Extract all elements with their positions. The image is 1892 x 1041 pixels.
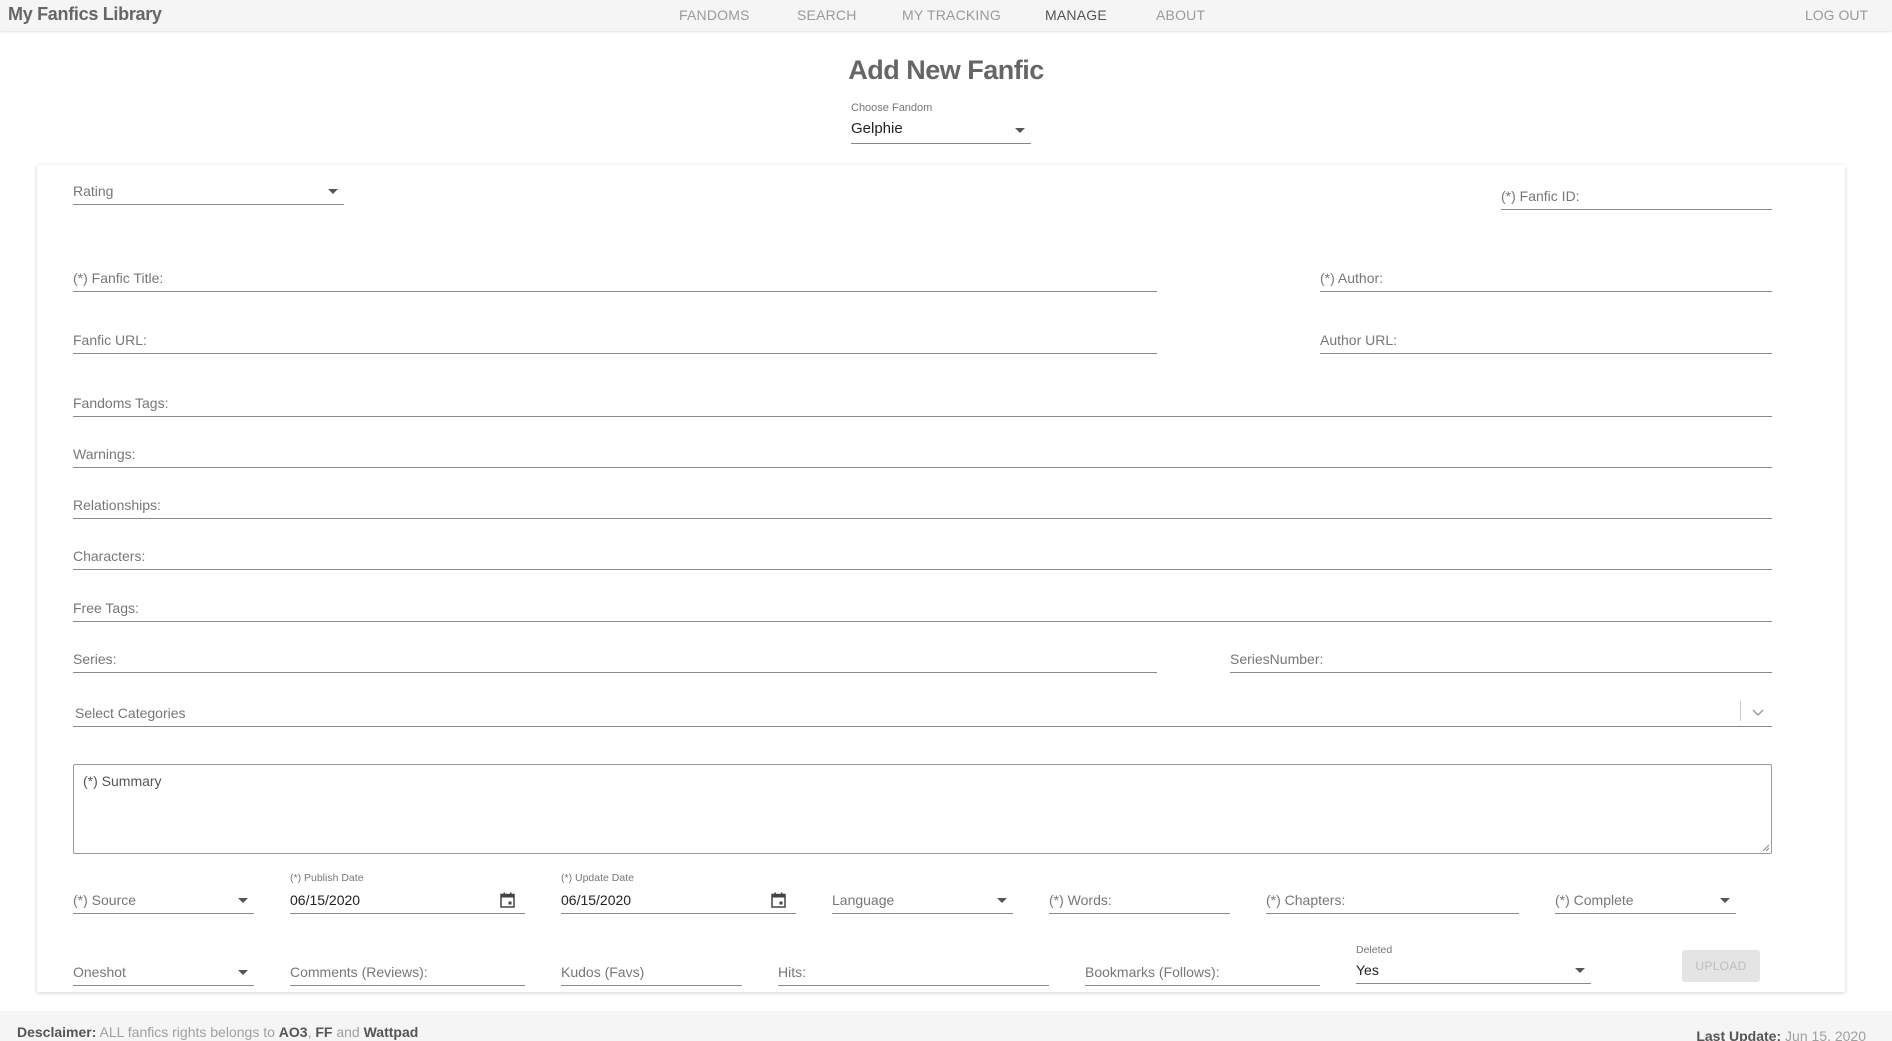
comments-input[interactable]: Comments (Reviews): xyxy=(290,958,525,986)
page-title: Add New Fanfic xyxy=(848,55,1044,85)
publish-date-label: (*) Publish Date xyxy=(290,872,364,884)
deleted-select[interactable]: Deleted Yes xyxy=(1356,944,1591,984)
deleted-value: Yes xyxy=(1356,962,1379,978)
last-update: Last Update: Jun 15, 2020 xyxy=(1696,1028,1866,1041)
oneshot-placeholder: Oneshot xyxy=(73,964,126,980)
language-select[interactable]: Language xyxy=(832,886,1013,914)
disclaimer: Desclaimer: ALL fanfics rights belongs t… xyxy=(17,1024,418,1040)
chevron-down-icon xyxy=(328,189,338,194)
nav-my-tracking[interactable]: MY TRACKING xyxy=(902,7,1001,23)
disclaimer-and: and xyxy=(336,1024,360,1040)
link-ff[interactable]: FF xyxy=(315,1024,332,1040)
deleted-label: Deleted xyxy=(1356,944,1393,956)
bookmarks-input[interactable]: Bookmarks (Follows): xyxy=(1085,958,1320,986)
relationships-placeholder: Relationships: xyxy=(73,497,161,513)
chapters-placeholder: (*) Chapters: xyxy=(1266,892,1346,908)
fanfic-id-placeholder: (*) Fanfic ID: xyxy=(1501,188,1580,204)
words-placeholder: (*) Words: xyxy=(1049,892,1112,908)
fanfic-url-placeholder: Fanfic URL: xyxy=(73,332,147,348)
rating-placeholder: Rating xyxy=(73,183,114,199)
fandom-select[interactable]: Gelphie xyxy=(851,118,1031,144)
hits-placeholder: Hits: xyxy=(778,964,806,980)
author-input[interactable]: (*) Author: xyxy=(1320,264,1772,292)
nav-manage[interactable]: MANAGE xyxy=(1045,7,1107,23)
kudos-input[interactable]: Kudos (Favs) xyxy=(561,958,742,986)
chevron-down-icon xyxy=(1575,968,1585,973)
characters-placeholder: Characters: xyxy=(73,548,146,564)
comments-placeholder: Comments (Reviews): xyxy=(290,964,428,980)
disclaimer-label: Desclaimer: xyxy=(17,1024,97,1040)
series-number-placeholder: SeriesNumber: xyxy=(1230,651,1324,667)
link-wattpad[interactable]: Wattpad xyxy=(364,1024,419,1040)
fanfic-id-input[interactable]: (*) Fanfic ID: xyxy=(1501,182,1772,210)
summary-textarea[interactable]: (*) Summary xyxy=(73,764,1772,854)
chevron-down-icon xyxy=(238,898,248,903)
characters-input[interactable]: Characters: xyxy=(73,542,1772,570)
link-ao3[interactable]: AO3 xyxy=(279,1024,308,1040)
fandoms-tags-input[interactable]: Fandoms Tags: xyxy=(73,389,1772,417)
series-number-input[interactable]: SeriesNumber: xyxy=(1230,645,1772,673)
fandom-select-value: Gelphie xyxy=(851,120,903,137)
series-input[interactable]: Series: xyxy=(73,645,1157,673)
free-tags-placeholder: Free Tags: xyxy=(73,600,139,616)
summary-placeholder: (*) Summary xyxy=(83,773,162,789)
footer: Desclaimer: ALL fanfics rights belongs t… xyxy=(0,1011,1892,1041)
nav-fandoms[interactable]: FANDOMS xyxy=(679,7,750,23)
resize-handle-icon[interactable] xyxy=(1761,843,1770,852)
series-placeholder: Series: xyxy=(73,651,117,667)
author-url-input[interactable]: Author URL: xyxy=(1320,326,1772,354)
upload-button[interactable]: UPLOAD xyxy=(1682,950,1760,982)
chevron-down-icon xyxy=(1752,709,1764,716)
calendar-icon[interactable] xyxy=(500,892,515,908)
publish-date-input[interactable]: (*) Publish Date 06/15/2020 xyxy=(290,872,525,914)
warnings-input[interactable]: Warnings: xyxy=(73,440,1772,468)
calendar-icon[interactable] xyxy=(771,892,786,908)
top-navbar: My Fanfics Library FANDOMS SEARCH MY TRA… xyxy=(0,0,1892,31)
publish-date-value: 06/15/2020 xyxy=(290,892,361,908)
bookmarks-placeholder: Bookmarks (Follows): xyxy=(1085,964,1220,980)
update-date-value: 06/15/2020 xyxy=(561,892,632,908)
fanfic-url-input[interactable]: Fanfic URL: xyxy=(73,326,1157,354)
author-placeholder: (*) Author: xyxy=(1320,270,1384,286)
oneshot-select[interactable]: Oneshot xyxy=(73,958,254,986)
chevron-down-icon xyxy=(1720,898,1730,903)
kudos-placeholder: Kudos (Favs) xyxy=(561,964,645,980)
rating-select[interactable]: Rating xyxy=(73,177,344,205)
source-select[interactable]: (*) Source xyxy=(73,886,254,914)
logout-button[interactable]: LOG OUT xyxy=(1805,7,1868,23)
fanfic-title-placeholder: (*) Fanfic Title: xyxy=(73,270,164,286)
brand-title[interactable]: My Fanfics Library xyxy=(8,4,162,25)
free-tags-input[interactable]: Free Tags: xyxy=(73,594,1772,622)
complete-select[interactable]: (*) Complete xyxy=(1555,886,1736,914)
chevron-down-icon xyxy=(997,898,1007,903)
complete-placeholder: (*) Complete xyxy=(1555,892,1634,908)
hits-input[interactable]: Hits: xyxy=(778,958,1049,986)
update-date-label: (*) Update Date xyxy=(561,872,634,884)
chevron-down-icon xyxy=(238,970,248,975)
fanfic-title-input[interactable]: (*) Fanfic Title: xyxy=(73,264,1157,292)
fandom-select-group: Choose Fandom Gelphie xyxy=(851,102,1031,144)
author-url-placeholder: Author URL: xyxy=(1320,332,1398,348)
categories-placeholder: Select Categories xyxy=(75,705,186,721)
chapters-input[interactable]: (*) Chapters: xyxy=(1266,886,1519,914)
words-input[interactable]: (*) Words: xyxy=(1049,886,1230,914)
nav-about[interactable]: ABOUT xyxy=(1156,7,1205,23)
last-update-value: Jun 15, 2020 xyxy=(1785,1028,1866,1041)
fandom-select-label: Choose Fandom xyxy=(851,102,933,114)
language-placeholder: Language xyxy=(832,892,895,908)
update-date-input[interactable]: (*) Update Date 06/15/2020 xyxy=(561,872,796,914)
last-update-label: Last Update: xyxy=(1696,1028,1782,1041)
relationships-input[interactable]: Relationships: xyxy=(73,491,1772,519)
nav-search[interactable]: SEARCH xyxy=(797,7,857,23)
fandoms-tags-placeholder: Fandoms Tags: xyxy=(73,395,169,411)
categories-separator xyxy=(1740,701,1741,721)
categories-select[interactable]: Select Categories xyxy=(73,699,1772,727)
source-placeholder: (*) Source xyxy=(73,892,137,908)
warnings-placeholder: Warnings: xyxy=(73,446,136,462)
disclaimer-text: ALL fanfics rights belongs to xyxy=(99,1024,275,1040)
chevron-down-icon xyxy=(1015,128,1025,133)
disclaimer-comma: , xyxy=(307,1024,312,1040)
